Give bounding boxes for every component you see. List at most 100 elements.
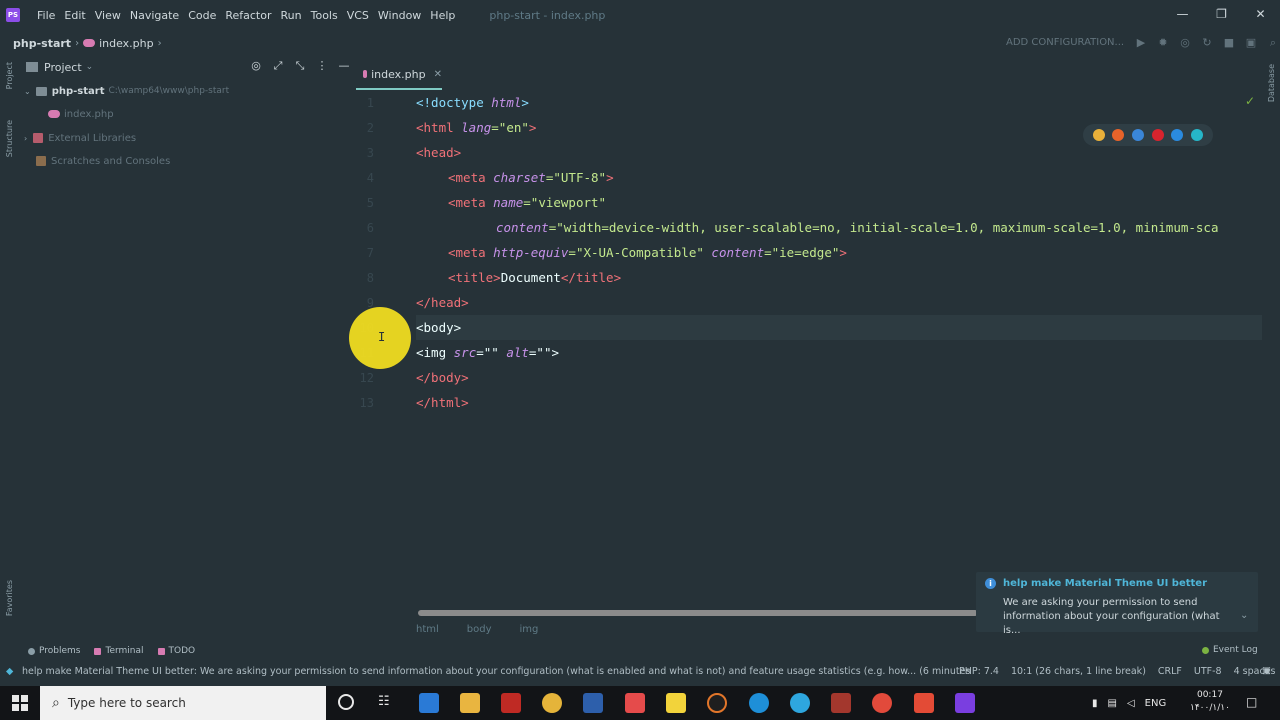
clock-time: 00:17 <box>1196 690 1223 700</box>
favorites-tool-button[interactable]: Favorites <box>5 580 14 616</box>
horizontal-scrollbar[interactable] <box>418 610 978 616</box>
locate-file-icon[interactable]: ◎ <box>245 59 267 73</box>
event-log-tab[interactable]: Event Log <box>1202 645 1258 655</box>
winrar-icon[interactable] <box>831 693 851 713</box>
add-configuration-button[interactable]: ADD CONFIGURATION... <box>1000 34 1130 52</box>
todo-tab[interactable]: TODO <box>157 646 195 656</box>
collapse-all-icon[interactable]: ⤡ <box>289 59 311 73</box>
chevron-right-icon[interactable]: › <box>24 134 27 143</box>
notification-title[interactable]: help make Material Theme UI better <box>1003 578 1207 589</box>
language-indicator[interactable]: ENG <box>1145 698 1167 709</box>
internet-explorer-icon[interactable] <box>1171 129 1184 141</box>
expand-all-icon[interactable]: ⤢ <box>267 59 289 73</box>
close-window-button[interactable]: ✕ <box>1241 0 1280 28</box>
profiler-icon[interactable]: ↻ <box>1196 36 1218 50</box>
project-view-selector[interactable]: Project <box>44 61 82 74</box>
coverage-icon[interactable]: ◎ <box>1174 36 1196 50</box>
presentation-app-icon[interactable] <box>914 693 934 713</box>
taskbar-search[interactable]: ⌕ Type here to search <box>40 686 326 720</box>
menu-vcs[interactable]: VCS <box>347 9 369 22</box>
problems-tab[interactable]: Problems <box>28 646 80 656</box>
line-separator-widget[interactable]: CRLF <box>1158 666 1182 677</box>
menu-edit[interactable]: Edit <box>64 9 85 22</box>
edge-icon[interactable] <box>1191 129 1204 141</box>
settings-sync-icon[interactable]: ▣ <box>1240 36 1262 50</box>
edge-icon[interactable] <box>749 693 769 713</box>
tree-file-index-php[interactable]: index.php <box>48 105 114 123</box>
menu-navigate[interactable]: Navigate <box>130 9 179 22</box>
word-icon[interactable] <box>583 693 603 713</box>
chevron-down-icon[interactable]: ⌄ <box>86 62 94 72</box>
firefox-icon[interactable] <box>1112 129 1125 141</box>
close-tab-icon[interactable]: ✕ <box>434 69 442 80</box>
window-controls: — ❐ ✕ <box>1163 0 1280 28</box>
structure-tool-button[interactable]: Structure <box>5 120 14 157</box>
search-everywhere-icon[interactable]: ⌕ <box>1262 36 1280 50</box>
safari-icon[interactable] <box>1132 129 1145 141</box>
php-version-widget[interactable]: PHP: 7.4 <box>959 666 999 677</box>
hide-panel-icon[interactable]: — <box>333 59 355 73</box>
telegram-icon[interactable] <box>790 693 810 713</box>
vscode-icon[interactable] <box>419 693 439 713</box>
volume-icon[interactable]: ◁ <box>1127 698 1135 709</box>
encoding-widget[interactable]: UTF-8 <box>1194 666 1222 677</box>
inspection-ok-icon: ✓ <box>1245 94 1256 108</box>
lock-icon[interactable]: ▣ <box>1262 665 1271 676</box>
code-token: </head> <box>416 295 469 310</box>
start-button[interactable] <box>12 695 28 711</box>
database-tool-button[interactable]: Database <box>1267 64 1276 102</box>
code-token: charset <box>493 170 546 185</box>
code-editor[interactable]: <!doctype html> <html lang="en"> <head> … <box>416 90 1264 610</box>
caret-position-widget[interactable]: 10:1 (26 chars, 1 line break) <box>1011 666 1146 677</box>
menu-file[interactable]: File <box>37 9 55 22</box>
restore-button[interactable]: ❐ <box>1202 0 1241 28</box>
status-notification-icon[interactable]: ◆ <box>6 666 13 677</box>
nav-project[interactable]: php-start <box>13 37 71 50</box>
cortana-icon[interactable] <box>338 694 354 710</box>
stop-icon[interactable]: ■ <box>1218 36 1240 50</box>
notifications-icon[interactable]: □ <box>1246 695 1257 709</box>
system-tray: ▮ ▤ ◁ ENG <box>1092 686 1166 720</box>
breadcrumb-body[interactable]: body <box>467 624 492 635</box>
tree-external-libraries[interactable]: › External Libraries <box>24 129 136 147</box>
menu-view[interactable]: View <box>95 9 121 22</box>
filezilla-icon[interactable] <box>501 693 521 713</box>
network-icon[interactable]: ▤ <box>1108 698 1117 709</box>
audio-app-icon[interactable] <box>707 693 727 713</box>
options-icon[interactable]: ⋮ <box>311 59 333 73</box>
microphone-icon[interactable]: ▮ <box>1092 698 1098 709</box>
clock[interactable]: 00:17 ۱۴۰۰/۱/۱۰ <box>1190 689 1230 715</box>
chrome-icon[interactable] <box>1092 129 1105 141</box>
breadcrumb-html[interactable]: html <box>416 624 439 635</box>
menu-refactor[interactable]: Refactor <box>225 9 271 22</box>
screen-recorder-icon[interactable] <box>872 693 892 713</box>
tree-root-php-start[interactable]: ⌄ php-start C:\wamp64\www\php-start <box>24 82 229 100</box>
phpstorm-icon[interactable] <box>955 693 975 713</box>
menu-help[interactable]: Help <box>430 9 455 22</box>
notification-balloon[interactable]: i help make Material Theme UI better We … <box>976 572 1258 636</box>
terminal-tab[interactable]: Terminal <box>94 646 144 656</box>
code-token: <meta <box>448 170 494 185</box>
sticky-notes-icon[interactable] <box>666 693 686 713</box>
menu-run[interactable]: Run <box>281 9 302 22</box>
status-message[interactable]: help make Material Theme UI better: We a… <box>22 666 970 677</box>
chevron-down-icon[interactable]: ⌄ <box>1240 610 1248 621</box>
project-tool-button[interactable]: Project <box>5 62 14 89</box>
run-icon[interactable]: ▶ <box>1130 36 1152 50</box>
tab-index-php[interactable]: index.php ✕ <box>356 60 442 90</box>
task-view-icon[interactable]: ☷ <box>378 694 390 709</box>
file-explorer-icon[interactable] <box>460 693 480 713</box>
menu-code[interactable]: Code <box>188 9 216 22</box>
breadcrumb-img[interactable]: img <box>520 624 539 635</box>
chrome-icon[interactable] <box>542 693 562 713</box>
nav-file[interactable]: index.php <box>83 37 154 50</box>
tree-scratches[interactable]: Scratches and Consoles <box>36 152 170 170</box>
scratches-icon <box>36 156 46 166</box>
minimize-button[interactable]: — <box>1163 0 1202 28</box>
chevron-down-icon[interactable]: ⌄ <box>24 87 31 96</box>
menu-window[interactable]: Window <box>378 9 421 22</box>
debug-icon[interactable]: ✹ <box>1152 36 1174 50</box>
opera-icon[interactable] <box>1151 129 1164 141</box>
anydesk-icon[interactable] <box>625 693 645 713</box>
menu-tools[interactable]: Tools <box>311 9 338 22</box>
